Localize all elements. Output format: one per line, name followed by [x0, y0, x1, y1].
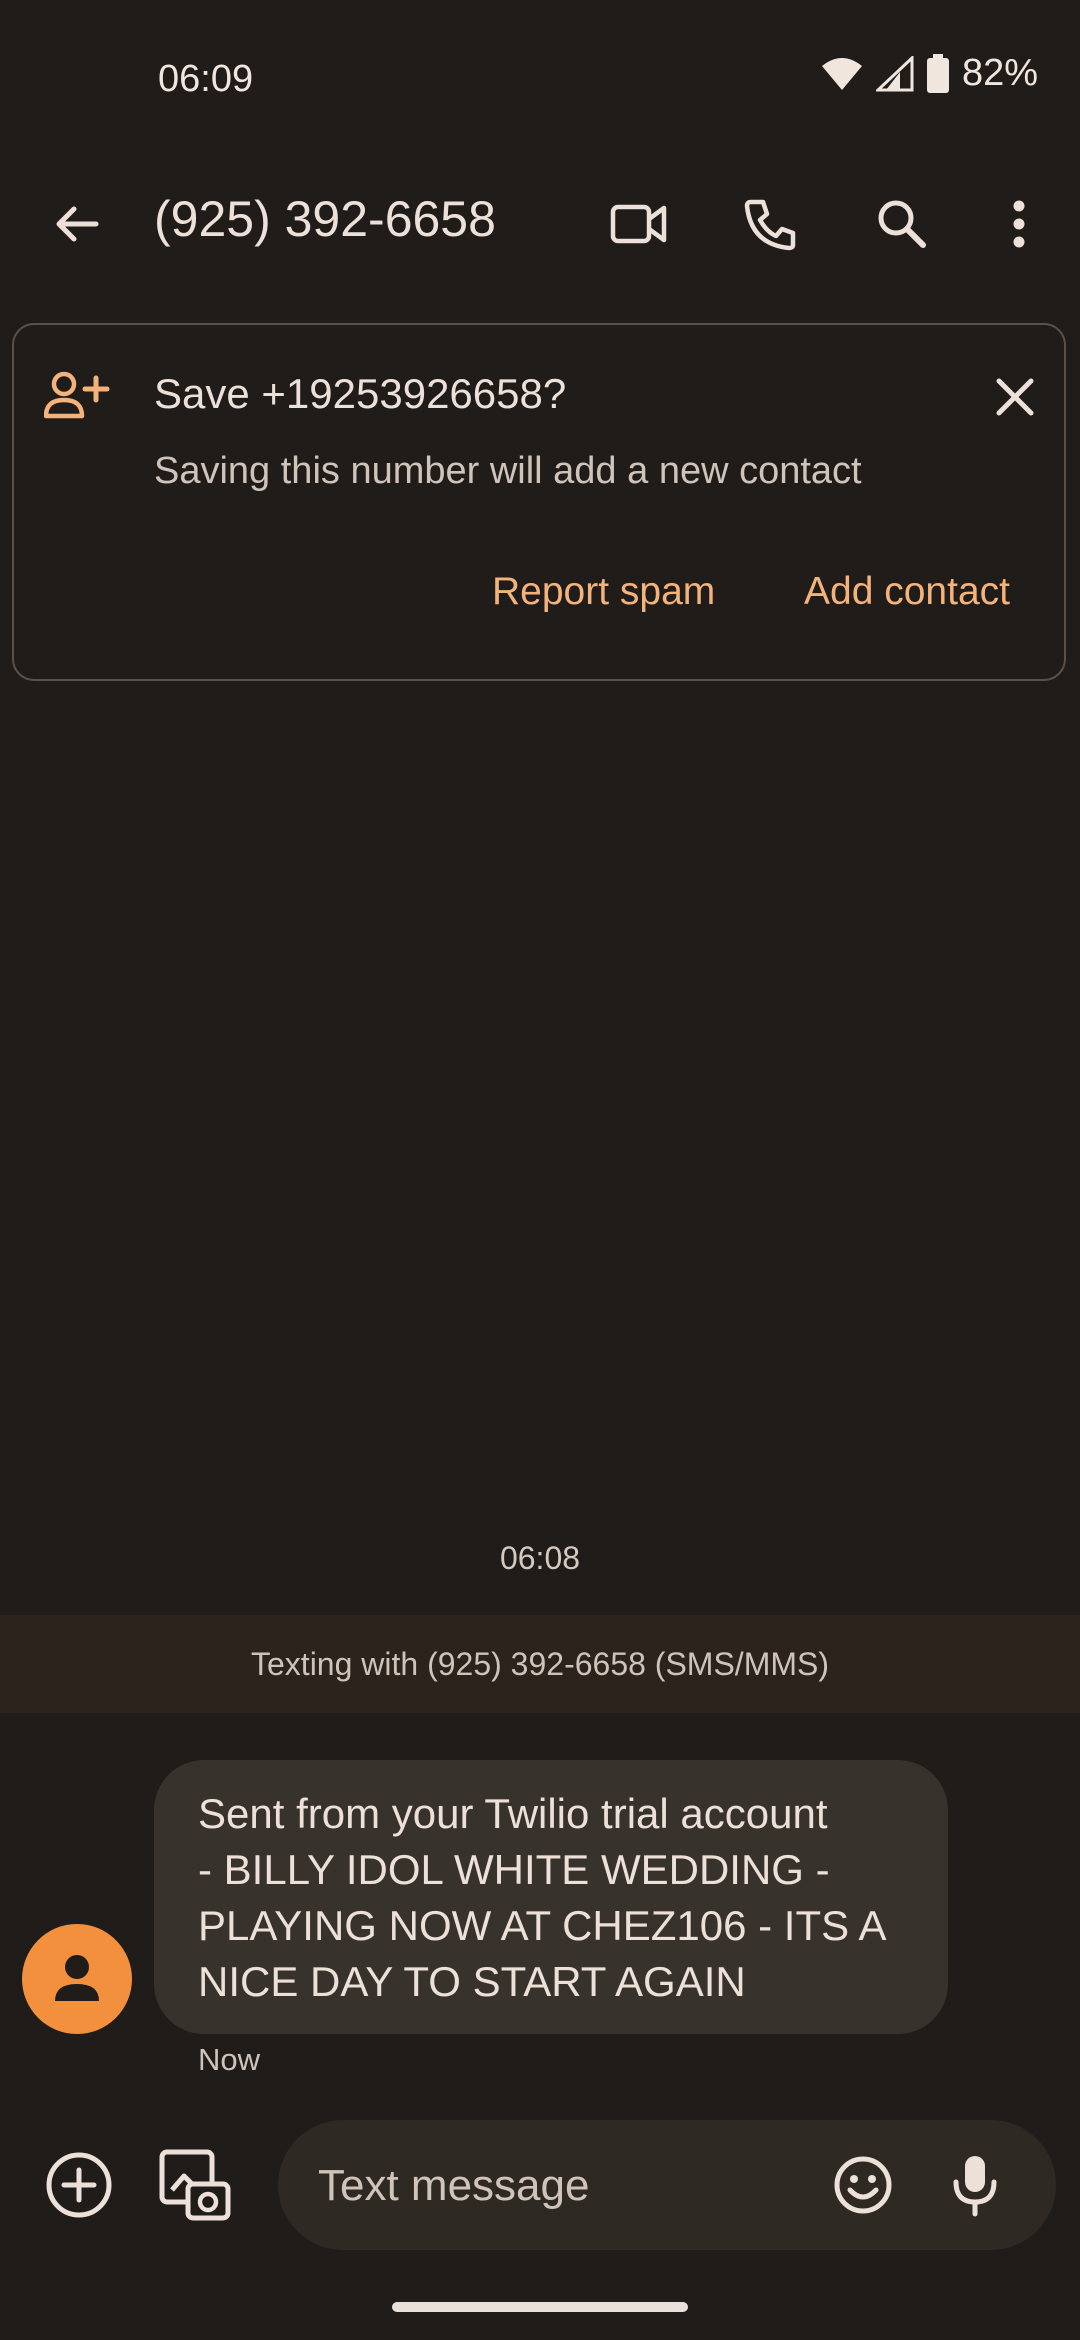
gallery-camera-icon: [159, 2149, 231, 2221]
gesture-home-bar[interactable]: [392, 2302, 688, 2312]
wifi-icon: [821, 57, 862, 90]
back-button[interactable]: [32, 179, 122, 269]
status-icons: 82%: [820, 52, 1038, 95]
save-contact-title: Save +19253926658?: [154, 370, 567, 417]
message-line: Sent from your Twilio trial account: [198, 1790, 828, 1837]
texting-with-banner: Texting with (925) 392-6658 (SMS/MMS): [0, 1615, 1080, 1713]
close-icon: [996, 378, 1034, 416]
message-line: - BILLY IDOL WHITE WEDDING -: [198, 1846, 830, 1893]
gallery-camera-button[interactable]: [150, 2140, 240, 2230]
add-person-icon: [44, 371, 110, 419]
microphone-icon: [953, 2156, 997, 2217]
message-date-divider: 06:08: [499, 1540, 581, 1576]
voice-input-button[interactable]: [930, 2140, 1020, 2230]
battery-icon: [926, 53, 949, 93]
status-time: 06:09: [158, 58, 254, 100]
emoji-button[interactable]: [818, 2140, 908, 2230]
add-contact-button[interactable]: Add contact: [804, 570, 1010, 614]
signal-icon: [875, 55, 914, 91]
phone-call-button[interactable]: [726, 179, 816, 269]
message-input[interactable]: [316, 2120, 820, 2252]
message-bubble[interactable]: Sent from your Twilio trial account - BI…: [154, 1760, 948, 2034]
save-contact-subtitle: Saving this number will add a new contac…: [154, 450, 862, 492]
add-circle-icon: [46, 2152, 112, 2218]
compose-box: [278, 2120, 1056, 2252]
avatar[interactable]: [22, 1924, 132, 2034]
search-icon: [878, 200, 926, 248]
message-line: PLAYING NOW AT CHEZ106 - ITS A: [198, 1902, 887, 1949]
report-spam-button[interactable]: Report spam: [492, 570, 715, 614]
more-vert-icon: [1013, 200, 1025, 248]
more-options-button[interactable]: [974, 179, 1064, 269]
conversation-title: (925) 392-6658: [154, 191, 496, 247]
back-arrow-icon: [56, 206, 99, 242]
video-call-button[interactable]: [594, 179, 684, 269]
message-time: Now: [198, 2042, 261, 2077]
person-icon: [55, 1955, 99, 2001]
emoji-icon: [834, 2156, 892, 2214]
attach-button[interactable]: [34, 2140, 124, 2230]
battery-percent: 82%: [961, 52, 1038, 94]
dismiss-button[interactable]: [970, 352, 1060, 442]
video-call-icon: [610, 204, 667, 244]
phone-icon: [744, 199, 796, 251]
message-line: NICE DAY TO START AGAIN: [198, 1958, 746, 2005]
search-button[interactable]: [857, 179, 947, 269]
